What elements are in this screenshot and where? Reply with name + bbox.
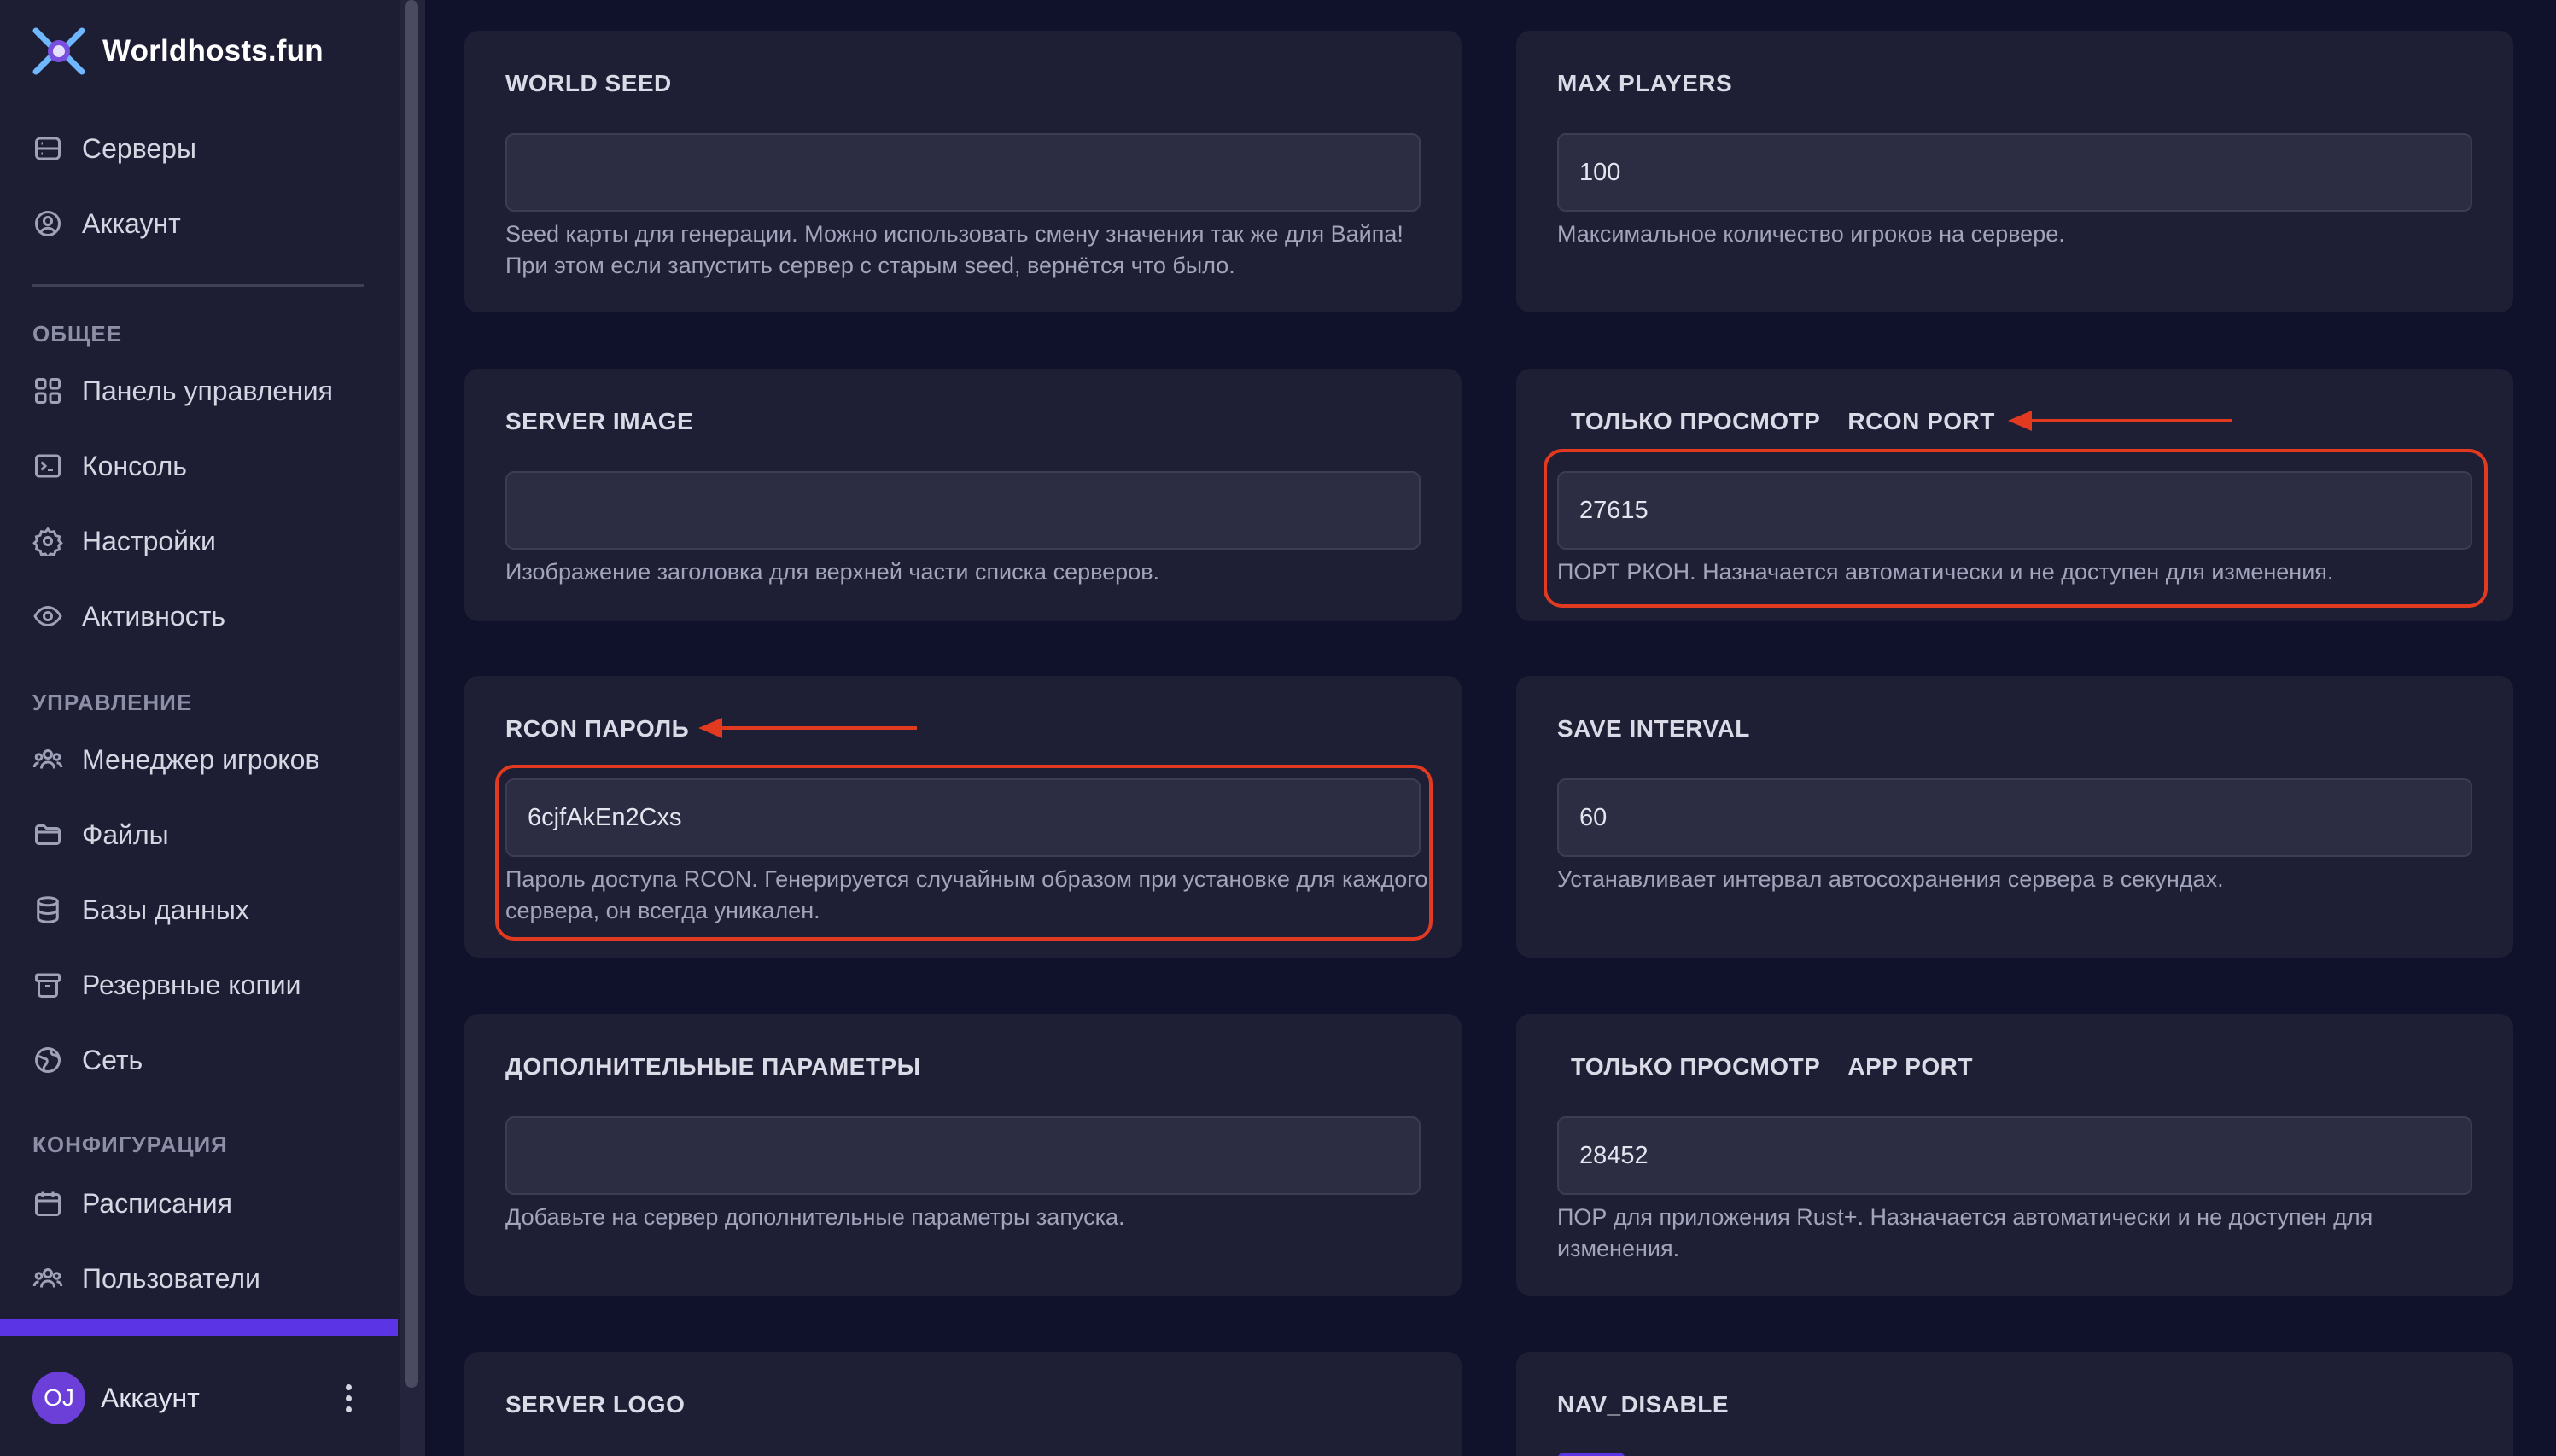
terminal-icon (35, 454, 61, 478)
nav-item-players[interactable]: Менеджер игроков (32, 736, 319, 783)
highlight-box-rcon-port (1544, 449, 2488, 608)
nav-label: Пользователи (82, 1262, 260, 1294)
readonly-tag: ТОЛЬКО ПРОСМОТР (1571, 408, 1821, 434)
nav-label: Расписания (82, 1187, 232, 1219)
save-interval-input[interactable] (1557, 778, 2472, 857)
nav-item-network[interactable]: Сеть (32, 1036, 143, 1084)
nav-label: Консоль (82, 450, 187, 481)
gear-icon (32, 527, 63, 556)
nav-disable-toggle[interactable] (1557, 1453, 1625, 1456)
users-icon (32, 1268, 63, 1288)
user-circle-icon (35, 211, 61, 236)
nav-item-servers[interactable]: Серверы (32, 125, 196, 172)
section-title-config: КОНФИГУРАЦИЯ (32, 1132, 228, 1157)
nav-label: Активность (82, 600, 226, 632)
card-app-port: ТОЛЬКО ПРОСМОТР APP PORT ПОР для приложе… (1516, 1014, 2513, 1296)
field-label: SAVE INTERVAL (1557, 715, 1750, 742)
calendar-icon (35, 1191, 61, 1216)
card-world-seed: WORLD SEED Seed карты для генерации. Мож… (464, 31, 1462, 312)
brand[interactable]: Worldhosts.fun (32, 27, 324, 75)
active-nav-indicator (0, 1319, 398, 1336)
brand-name: Worldhosts.fun (102, 34, 324, 67)
nav-item-account[interactable]: Аккаунт (32, 200, 181, 248)
nav-label: Серверы (82, 132, 196, 164)
nav-item-schedules[interactable]: Расписания (32, 1179, 232, 1227)
sidebar: Worldhosts.fun Серверы Аккаунт ОБЩЕЕ Пан… (0, 0, 400, 1456)
more-vertical-icon[interactable] (331, 1381, 365, 1415)
nav-item-dashboard[interactable]: Панель управления (32, 367, 333, 415)
field-help: Устанавливает интервал автосохранения се… (1557, 866, 2224, 892)
nav-item-databases[interactable]: Базы данных (32, 886, 249, 934)
app-port-input[interactable] (1557, 1116, 2472, 1195)
sidebar-scrollbar-thumb[interactable] (405, 0, 418, 1388)
nav-item-activity[interactable]: Активность (32, 592, 225, 640)
nav-label: Настройки (82, 525, 216, 556)
field-label: SERVER LOGO (505, 1391, 686, 1418)
nav-item-users[interactable]: Пользователи (32, 1255, 260, 1302)
grid-icon (35, 378, 61, 404)
card-extra-params: ДОПОЛНИТЕЛЬНЫЕ ПАРАМЕТРЫ Добавьте на сер… (464, 1014, 1462, 1296)
worldhosts-logo-icon (32, 27, 85, 75)
field-label: WORLD SEED (505, 70, 672, 96)
nav-label: Резервные копии (82, 969, 301, 1000)
server-image-input[interactable] (505, 471, 1421, 550)
max-players-input[interactable] (1557, 133, 2472, 212)
card-server-logo: SERVER LOGO (464, 1352, 1462, 1456)
nav-item-backups[interactable]: Резервные копии (32, 961, 301, 1009)
archive-icon (35, 973, 61, 998)
field-label: RCON ПАРОЛЬ (505, 715, 690, 742)
app-port-label: APP PORT (1847, 1053, 1973, 1080)
field-help: Добавьте на сервер дополнительные параме… (505, 1204, 1125, 1230)
nav-label: Аккаунт (82, 207, 181, 239)
field-label: NAV_DISABLE (1557, 1391, 1730, 1418)
field-help: Максимальное количество игроков на серве… (1557, 221, 2065, 247)
users-group-icon (32, 749, 63, 769)
nav-label: Сеть (82, 1044, 143, 1075)
card-server-image: SERVER IMAGE Изображение заголовка для в… (464, 369, 1462, 621)
field-help: Изображение заголовка для верхней части … (505, 559, 1160, 585)
globe-icon (35, 1047, 61, 1073)
account-name: Аккаунт (101, 1382, 200, 1413)
field-label: SERVER IMAGE (505, 408, 694, 434)
arrow-left-icon (2008, 411, 2232, 431)
account-menu[interactable]: OJ Аккаунт (32, 1372, 365, 1424)
field-help: Seed карты для генерации. Можно использо… (505, 221, 1403, 278)
section-title-manage: УПРАВЛЕНИЕ (32, 690, 193, 715)
sidebar-divider (32, 284, 364, 287)
arrow-left-icon (698, 718, 917, 738)
card-max-players: MAX PLAYERS Максимальное количество игро… (1516, 31, 2513, 312)
avatar[interactable]: OJ (32, 1372, 85, 1424)
database-icon (37, 896, 59, 923)
card-save-interval: SAVE INTERVAL Устанавливает интервал авт… (1516, 676, 2513, 958)
field-label: ТОЛЬКО ПРОСМОТР APP PORT (1571, 1053, 1973, 1080)
nav-label: Панель управления (82, 375, 333, 406)
nav-label: Менеджер игроков (82, 743, 320, 775)
server-icon (35, 137, 61, 160)
highlight-box-rcon-password (495, 765, 1433, 941)
field-label: MAX PLAYERS (1557, 70, 1733, 96)
section-title-general: ОБЩЕЕ (32, 321, 123, 347)
world-seed-input[interactable] (505, 133, 1421, 212)
nav-item-files[interactable]: Файлы (32, 811, 169, 859)
field-label: ТОЛЬКО ПРОСМОТР RCON PORT (1571, 408, 1995, 435)
eye-icon (33, 605, 62, 627)
field-label: ДОПОЛНИТЕЛЬНЫЕ ПАРАМЕТРЫ (505, 1053, 921, 1080)
folder-icon (35, 824, 61, 845)
readonly-tag: ТОЛЬКО ПРОСМОТР (1571, 1053, 1821, 1080)
rcon-port-label: RCON PORT (1847, 408, 1995, 434)
nav-item-settings[interactable]: Настройки (32, 517, 216, 565)
nav-label: Файлы (82, 818, 169, 850)
nav-item-console[interactable]: Консоль (32, 442, 187, 490)
card-nav-disable: NAV_DISABLE (1516, 1352, 2513, 1456)
nav-label: Базы данных (82, 894, 249, 925)
extra-params-input[interactable] (505, 1116, 1421, 1195)
field-help: ПОР для приложения Rust+. Назначается ав… (1557, 1204, 2373, 1261)
